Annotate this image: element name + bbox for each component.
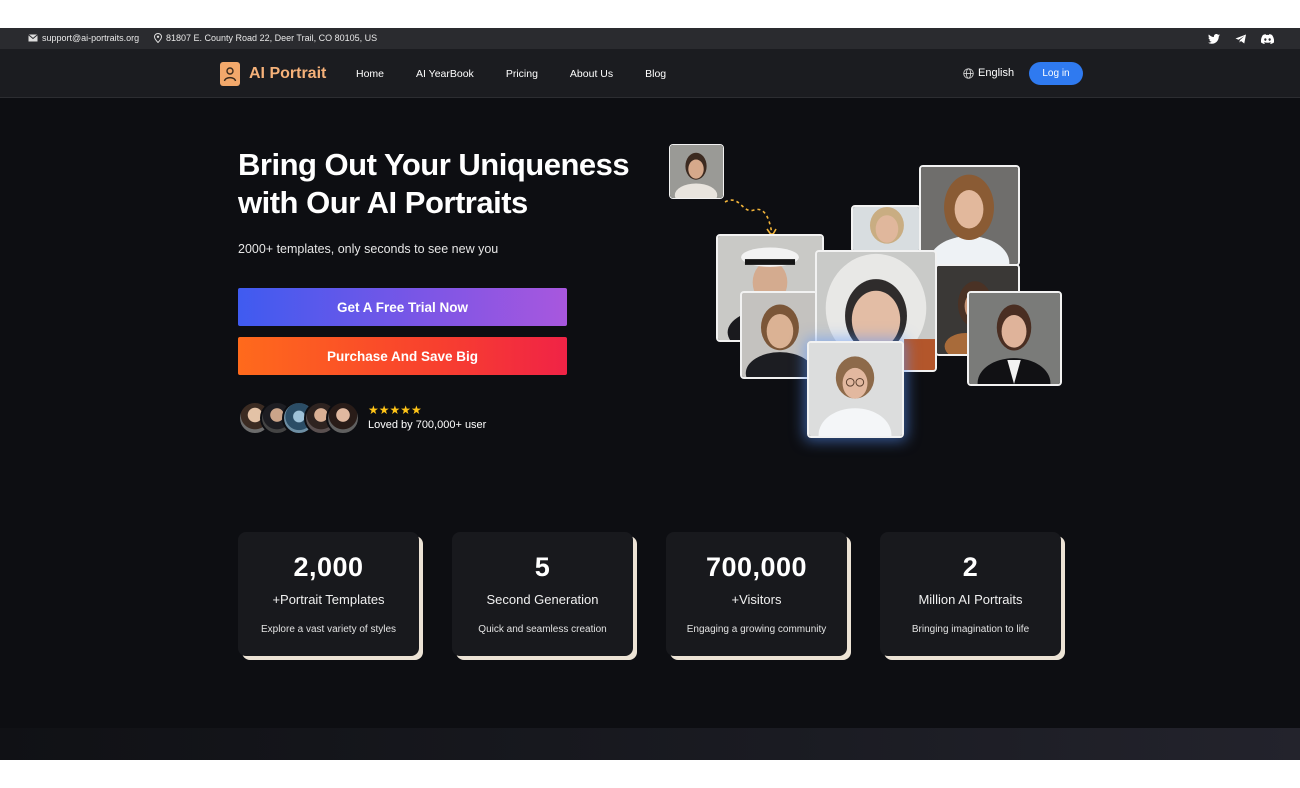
social-links [1207, 32, 1274, 45]
stat-number: 700,000 [705, 552, 808, 582]
nav-link-about-us[interactable]: About Us [570, 68, 613, 80]
stat-description: Quick and seamless creation [478, 624, 607, 635]
stat-number: 2,000 [293, 552, 364, 582]
globe-icon [963, 67, 974, 79]
nav-link-home[interactable]: Home [356, 68, 384, 80]
mail-icon [28, 34, 38, 42]
telegram-icon[interactable] [1234, 32, 1247, 45]
language-label: English [978, 67, 1015, 79]
top-info-bar: support@ai-portraits.org 81807 E. County… [0, 28, 1300, 49]
location-pin-icon [154, 33, 162, 43]
contact-email[interactable]: support@ai-portraits.org [28, 33, 139, 43]
stat-description: Bringing imagination to life [911, 624, 1030, 635]
stat-card-generation: 5 Second Generation Quick and seamless c… [452, 532, 633, 656]
stat-number: 5 [534, 552, 551, 582]
nav-links: Home AI YearBook Pricing About Us Blog [356, 68, 698, 80]
purchase-button[interactable]: Purchase And Save Big [238, 337, 567, 375]
rating-stars: ★★★★★ [368, 403, 422, 417]
source-photo [669, 144, 724, 199]
next-section-edge [0, 728, 1300, 760]
stat-card-portraits: 2 Million AI Portraits Bringing imaginat… [880, 532, 1061, 656]
hero-title-line-2: with Our AI Portraits [238, 185, 528, 220]
user-avatars [238, 401, 362, 435]
portrait-businesswoman [967, 291, 1062, 386]
stat-label: +Portrait Templates [272, 592, 385, 607]
stat-card-visitors: 700,000 +Visitors Engaging a growing com… [666, 532, 847, 656]
hero-title: Bring Out Your Uniqueness with Our AI Po… [238, 146, 668, 222]
contact-address: 81807 E. County Road 22, Deer Trail, CO … [154, 33, 377, 43]
avatar [326, 401, 360, 435]
stat-number: 2 [962, 552, 979, 582]
page-frame: support@ai-portraits.org 81807 E. County… [0, 28, 1300, 760]
stat-description: Explore a vast variety of styles [260, 624, 397, 635]
discord-icon[interactable] [1261, 32, 1274, 45]
brand-logo[interactable]: AI Portrait [220, 62, 326, 86]
stat-label: Million AI Portraits [918, 592, 1023, 607]
login-button[interactable]: Log in [1029, 62, 1083, 85]
address-text: 81807 E. County Road 22, Deer Trail, CO … [166, 33, 378, 43]
stat-label: Second Generation [486, 592, 599, 607]
nav-link-ai-yearbook[interactable]: AI YearBook [416, 68, 474, 80]
loved-by-text: Loved by 700,000+ user [368, 419, 487, 431]
email-text: support@ai-portraits.org [42, 33, 140, 43]
portrait-logo-icon [220, 62, 240, 86]
language-selector[interactable]: English [963, 67, 1014, 79]
stat-label: +Visitors [731, 592, 782, 607]
stat-description: Engaging a growing community [686, 624, 827, 635]
hero-subtitle: 2000+ templates, only seconds to see new… [238, 242, 499, 256]
nav-link-pricing[interactable]: Pricing [506, 68, 538, 80]
portrait-blonde [851, 205, 921, 253]
free-trial-button[interactable]: Get A Free Trial Now [238, 288, 567, 326]
twitter-icon[interactable] [1207, 32, 1220, 45]
main-navbar: AI Portrait Home AI YearBook Pricing Abo… [0, 49, 1300, 98]
hero-title-line-1: Bring Out Your Uniqueness [238, 147, 630, 182]
stat-card-templates: 2,000 +Portrait Templates Explore a vast… [238, 532, 419, 656]
brand-name: AI Portrait [249, 65, 327, 82]
portrait-doctor-glasses [807, 341, 904, 438]
nav-link-blog[interactable]: Blog [645, 68, 666, 80]
